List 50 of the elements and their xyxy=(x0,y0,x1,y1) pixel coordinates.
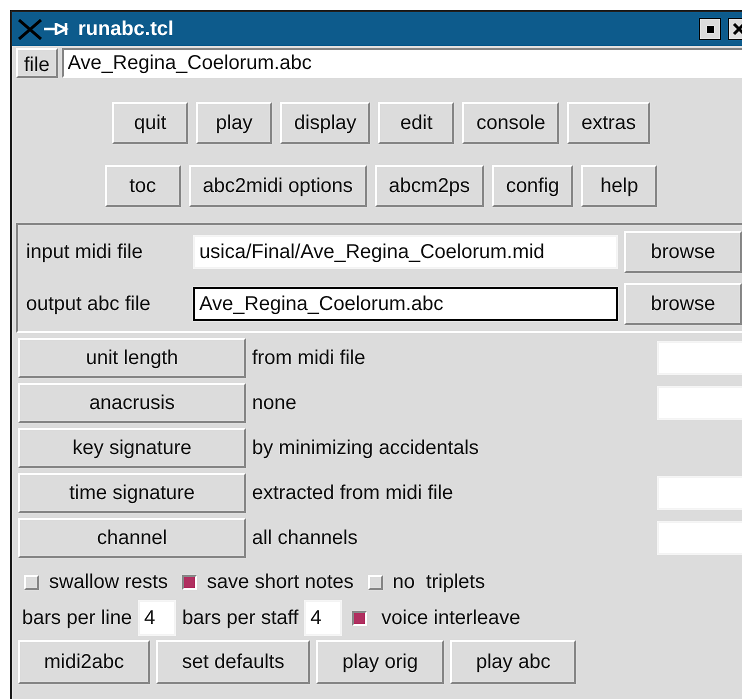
option-field[interactable] xyxy=(657,476,742,510)
bars-per-staff-field[interactable]: 4 xyxy=(304,600,342,636)
field-label: output abc file xyxy=(26,292,152,317)
file-button[interactable]: file xyxy=(16,48,58,78)
option-button[interactable]: key signature xyxy=(18,428,246,468)
field-label: bars per staff xyxy=(182,606,298,631)
option-value: by minimizing accidentals xyxy=(252,436,480,461)
close-icon xyxy=(732,22,742,36)
toolbar-button[interactable]: abc2midi options xyxy=(188,165,367,207)
file-name-field[interactable]: Ave_Regina_Coelorum.abc xyxy=(62,48,742,78)
action-button[interactable]: midi2abc xyxy=(18,640,150,684)
option-value: all channels xyxy=(252,526,359,551)
maximize-button[interactable] xyxy=(699,18,721,40)
checkbox[interactable] xyxy=(352,610,368,626)
option-value: none xyxy=(252,391,298,416)
toolbar-button[interactable]: extras xyxy=(567,102,650,144)
checkbox-label: save short notes xyxy=(206,570,354,595)
field-label: bars per line xyxy=(22,606,132,631)
toolbar-button[interactable]: config xyxy=(492,165,574,207)
toolbar-button[interactable]: help xyxy=(581,165,658,207)
action-button[interactable]: set defaults xyxy=(156,640,310,684)
option-button[interactable]: unit length xyxy=(18,338,246,378)
field-label: input midi file xyxy=(26,240,144,265)
toolbar-button[interactable]: play xyxy=(196,102,272,144)
toolbar-button[interactable]: edit xyxy=(378,102,454,144)
checkbox[interactable] xyxy=(182,574,197,590)
toolbar-button[interactable]: abcm2ps xyxy=(374,165,484,207)
option-field[interactable] xyxy=(657,521,742,555)
option-button[interactable]: time signature xyxy=(18,473,246,513)
action-button[interactable]: play orig xyxy=(316,640,444,684)
toolbar-button[interactable]: toc xyxy=(104,165,181,207)
browse-button[interactable]: browse xyxy=(624,231,742,273)
browse-button[interactable]: browse xyxy=(624,283,742,325)
toolbar-button[interactable]: display xyxy=(280,102,370,144)
window-title: runabc.tcl xyxy=(78,17,174,42)
option-value: from midi file xyxy=(252,346,366,371)
action-button[interactable]: play abc xyxy=(450,640,576,684)
checkbox-label: no triplets xyxy=(392,570,485,595)
toolbar-button[interactable]: console xyxy=(462,102,560,144)
file-path-field[interactable]: Ave_Regina_Coelorum.abc xyxy=(193,287,618,321)
checkbox-label: swallow rests xyxy=(49,570,168,595)
option-button[interactable]: anacrusis xyxy=(18,383,246,423)
option-button[interactable]: channel xyxy=(18,518,246,558)
toolbar-button[interactable]: quit xyxy=(112,102,188,144)
checkbox-label: voice interleave xyxy=(381,606,520,631)
option-value: extracted from midi file xyxy=(252,481,454,506)
file-path-field[interactable]: usica/Final/Ave_Regina_Coelorum.mid xyxy=(193,235,618,269)
option-field[interactable] xyxy=(657,341,742,375)
bars-per-line-field[interactable]: 4 xyxy=(138,600,176,636)
option-field[interactable] xyxy=(657,386,742,420)
